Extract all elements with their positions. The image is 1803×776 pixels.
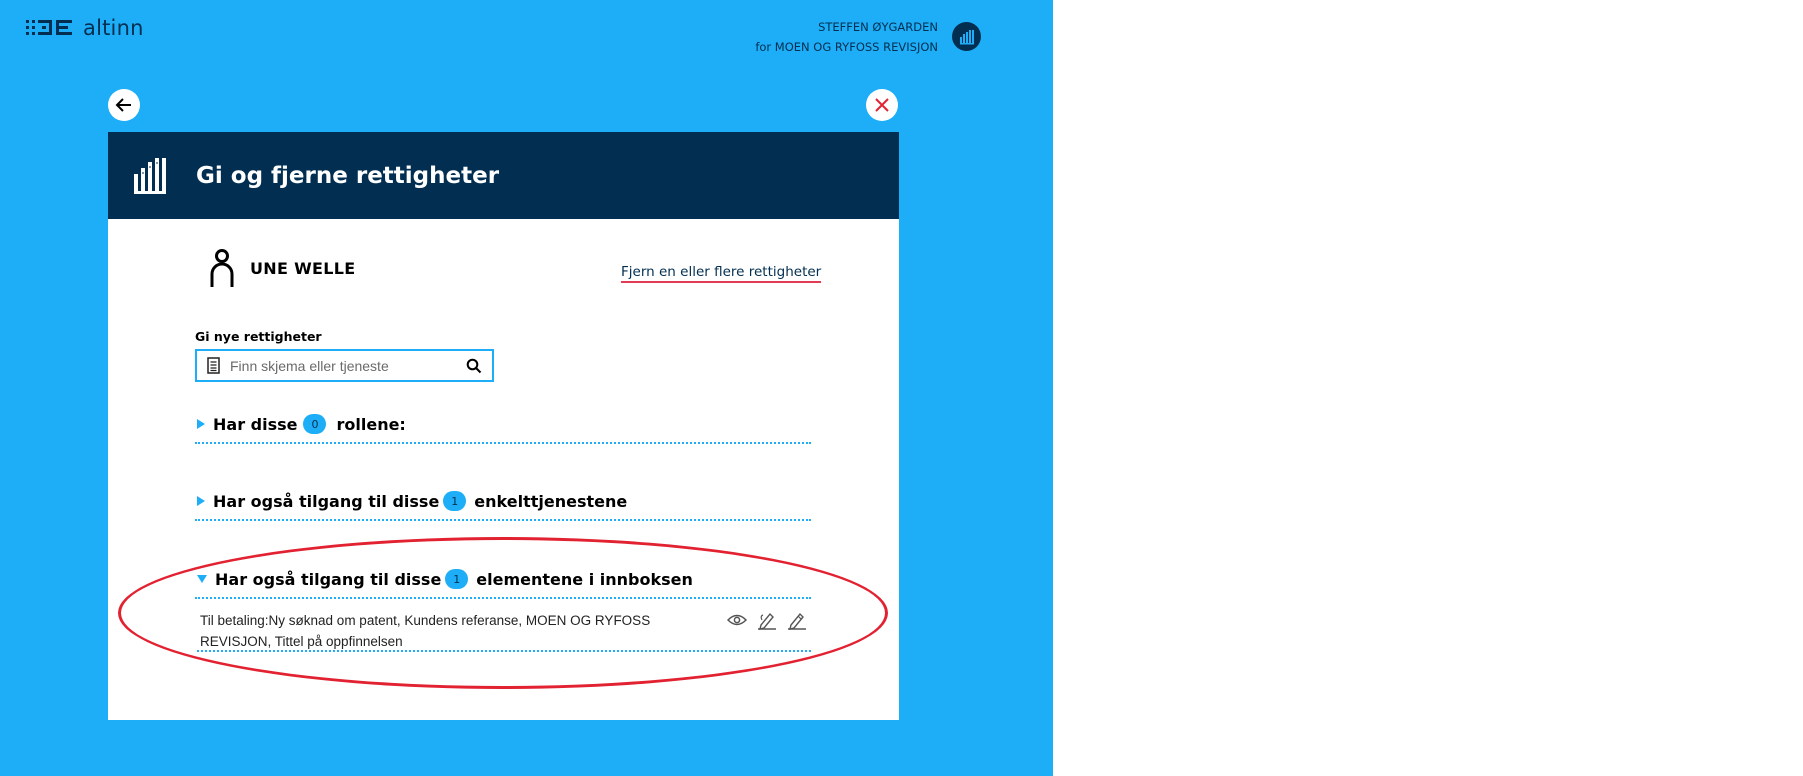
modal-header: Gi og fjerne rettigheter: [108, 132, 899, 219]
back-button[interactable]: [108, 89, 140, 121]
inbox-section-toggle[interactable]: Har også tilgang til disse 1 elementene …: [195, 561, 811, 599]
person-icon: [210, 249, 234, 287]
rights-modal: Gi og fjerne rettigheter UNE WELLE Fjern…: [108, 132, 899, 720]
user-org: for MOEN OG RYFOSS REVISJON: [755, 40, 938, 54]
expand-arrow-icon: [197, 419, 205, 429]
count-badge: 1: [445, 569, 469, 589]
close-button[interactable]: [866, 89, 898, 121]
arrow-left-icon: [115, 98, 131, 112]
sign-icon[interactable]: [757, 612, 777, 630]
roles-section-toggle[interactable]: Har disse 0 rollene:: [195, 406, 811, 444]
inbox-item-text: Til betaling:Ny søknad om patent, Kunden…: [200, 613, 651, 649]
section-suffix: rollene:: [336, 414, 406, 434]
services-section-toggle[interactable]: Har også tilgang til disse 1 enkelttjene…: [195, 483, 811, 521]
person-name: UNE WELLE: [250, 258, 356, 278]
building-icon: [959, 29, 974, 44]
search-input[interactable]: [230, 357, 450, 374]
count-badge: 0: [303, 414, 327, 434]
section-prefix: Har disse: [213, 414, 298, 434]
altinn-logo-icon: [26, 20, 72, 35]
user-name: STEFFEN ØYGARDEN: [818, 20, 938, 34]
person-header: UNE WELLE: [208, 248, 355, 288]
expand-arrow-icon: [197, 496, 205, 506]
organization-avatar[interactable]: [952, 22, 981, 51]
inbox-item-row: Til betaling:Ny søknad om patent, Kunden…: [197, 602, 811, 652]
altinn-logo[interactable]: altinn: [26, 16, 144, 40]
search-field[interactable]: [195, 349, 494, 382]
modal-title: Gi og fjerne rettigheter: [196, 162, 500, 189]
section-suffix: enkelttjenestene: [474, 491, 628, 511]
document-icon: [207, 357, 220, 374]
building-icon: [134, 157, 166, 194]
count-badge: 1: [443, 491, 467, 511]
user-info[interactable]: STEFFEN ØYGARDEN for MOEN OG RYFOSS REVI…: [638, 17, 938, 57]
collapse-arrow-icon: [197, 575, 207, 583]
section-suffix: elementene i innboksen: [476, 569, 693, 589]
section-prefix: Har også tilgang til disse: [215, 569, 442, 589]
section-prefix: Har også tilgang til disse: [213, 491, 440, 511]
search-icon[interactable]: [466, 358, 482, 374]
edit-icon[interactable]: [787, 612, 807, 630]
search-label: Gi nye rettigheter: [195, 329, 322, 344]
remove-rights-link[interactable]: Fjern en eller flere rettigheter: [621, 264, 822, 283]
brand-name: altinn: [83, 16, 144, 40]
close-icon: [875, 98, 889, 112]
eye-icon[interactable]: [727, 612, 747, 630]
inbox-item-actions: [727, 612, 807, 630]
